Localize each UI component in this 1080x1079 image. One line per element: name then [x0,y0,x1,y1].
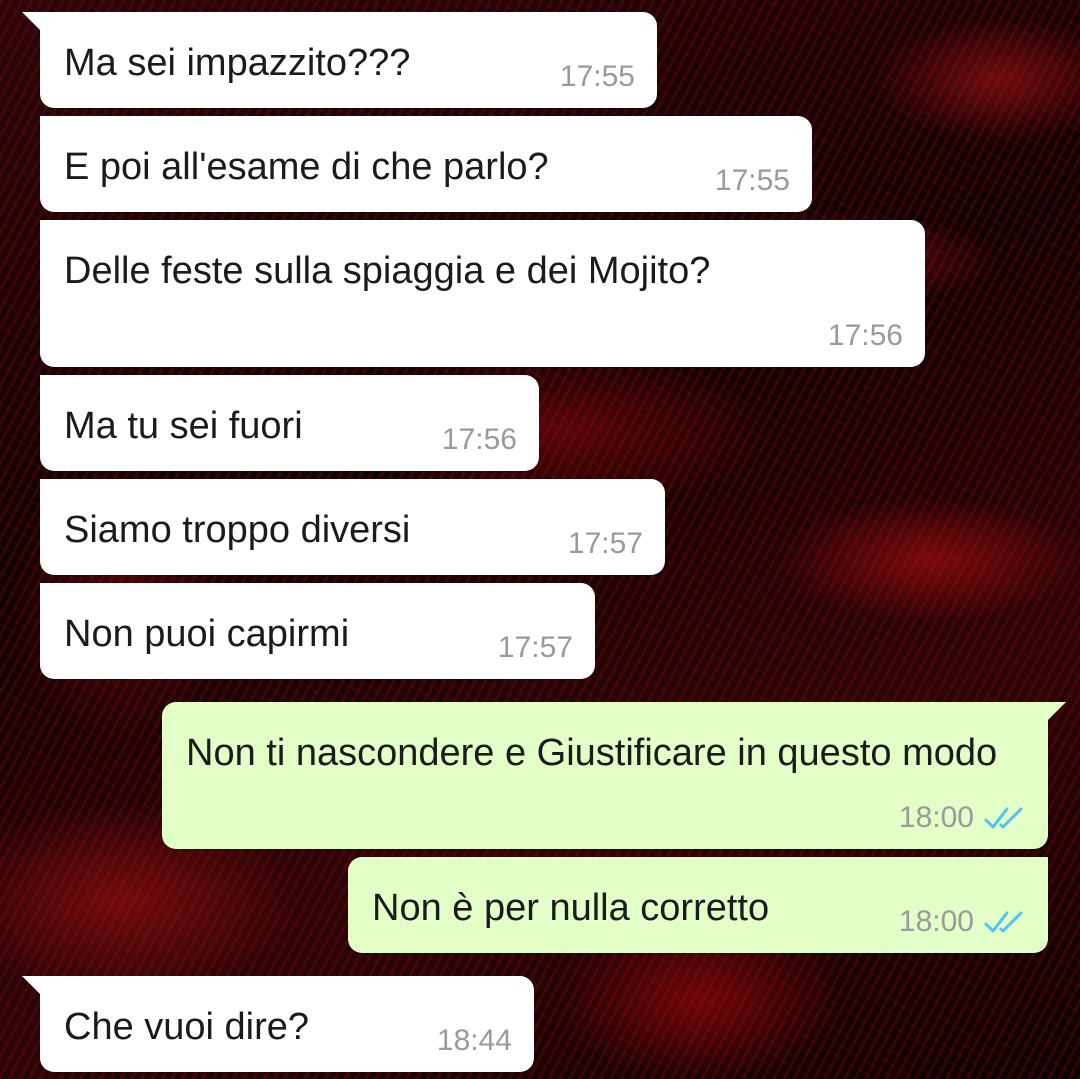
message-bubble-outgoing[interactable]: Non è per nulla corretto 18:00 [348,857,1048,953]
bubble-tail [1048,702,1066,720]
message-time: 17:55 [559,60,635,93]
message-time: 17:57 [567,527,643,560]
double-check-icon [984,807,1023,829]
message-time: 17:55 [714,164,790,197]
message-time: 17:56 [441,423,517,456]
message-text: Non puoi capirmi [64,613,350,655]
message-bubble-incoming[interactable]: Ma sei impazzito??? 17:55 [22,12,657,108]
message-time: 18:00 [898,801,974,834]
message-meta: 17:57 [498,631,573,665]
bubble-tail [22,12,40,30]
message-bubble-incoming[interactable]: Che vuoi dire? 18:44 [22,976,534,1072]
message-text: E poi all'esame di che parlo? [64,146,549,188]
message-meta: 18:00 [899,905,1026,939]
message-time: 18:44 [436,1024,512,1057]
message-text: Non ti nascondere e Giustificare in ques… [186,732,998,774]
message-time: 17:56 [827,319,903,352]
message-bubble-incoming[interactable]: E poi all'esame di che parlo? 17:55 [40,116,812,212]
message-bubble-incoming[interactable]: Siamo troppo diversi 17:57 [40,479,665,575]
message-text: Ma sei impazzito??? [64,42,411,84]
message-meta: 17:55 [560,60,635,94]
message-bubble-incoming[interactable]: Ma tu sei fuori 17:56 [40,375,539,471]
message-time: 18:00 [898,905,974,938]
message-time: 17:57 [497,631,573,664]
message-bubble-incoming[interactable]: Non puoi capirmi 17:57 [40,583,595,679]
bubble-tail [22,976,40,994]
double-check-icon [984,911,1023,933]
message-meta: 17:56 [828,319,903,353]
message-meta: 18:00 [899,801,1026,835]
message-bubble-outgoing[interactable]: Non ti nascondere e Giustificare in ques… [162,702,1066,849]
message-meta: 17:57 [568,527,643,561]
message-bubble-incoming[interactable]: Delle feste sulla spiaggia e dei Mojito?… [40,220,925,367]
message-meta: 18:44 [437,1024,512,1058]
message-text: Siamo troppo diversi [64,509,411,551]
message-text: Delle feste sulla spiaggia e dei Mojito? [64,250,711,292]
message-meta: 17:55 [715,164,790,198]
message-meta: 17:56 [442,423,517,457]
